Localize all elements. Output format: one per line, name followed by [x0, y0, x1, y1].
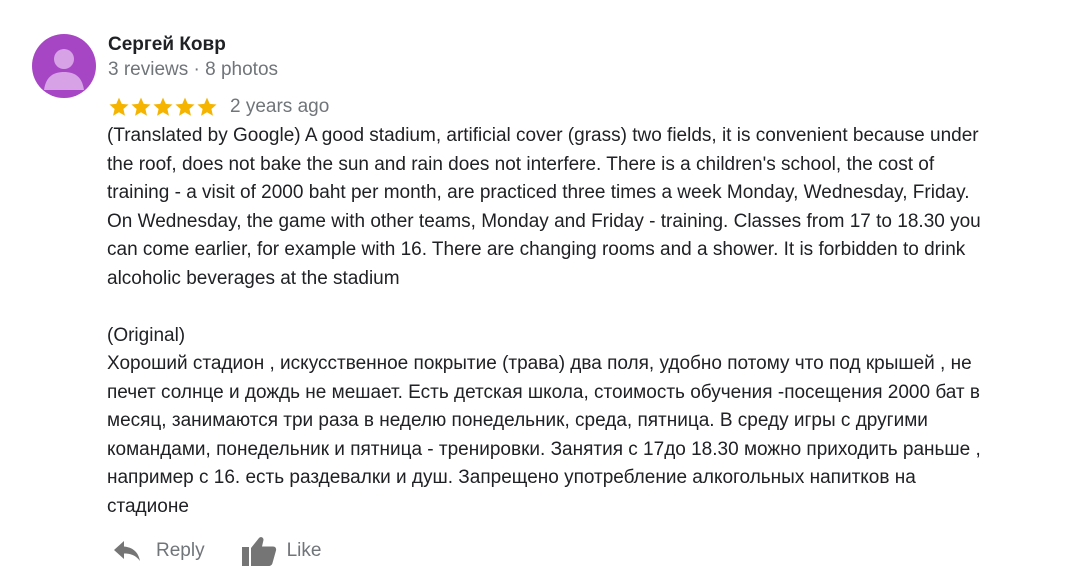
reply-arrow-icon — [114, 541, 140, 561]
review-card: Сергей Ковр 3 reviews · 8 photos 2 years… — [0, 0, 1092, 576]
rating-row: 2 years ago — [108, 94, 329, 120]
reply-button[interactable]: Reply — [112, 538, 205, 564]
thumbs-up-icon — [241, 537, 276, 566]
star-icon — [131, 97, 151, 116]
author-meta: 3 reviews · 8 photos — [108, 59, 279, 80]
like-label: Like — [286, 540, 322, 561]
star-icon — [153, 97, 173, 116]
star-icon — [109, 97, 129, 116]
star-icon — [197, 97, 217, 116]
avatar[interactable] — [32, 34, 96, 98]
review-text: (Translated by Google) A good stadium, a… — [107, 125, 981, 517]
star-rating — [108, 96, 218, 118]
author-name[interactable]: Сергей Ковр — [108, 33, 226, 57]
person-silhouette-icon — [44, 49, 84, 90]
like-button[interactable]: Like — [241, 535, 322, 567]
star-icon — [175, 97, 195, 116]
reply-label: Reply — [156, 540, 205, 561]
review-date: 2 years ago — [230, 96, 330, 117]
review-actions: Reply Like — [112, 533, 321, 569]
